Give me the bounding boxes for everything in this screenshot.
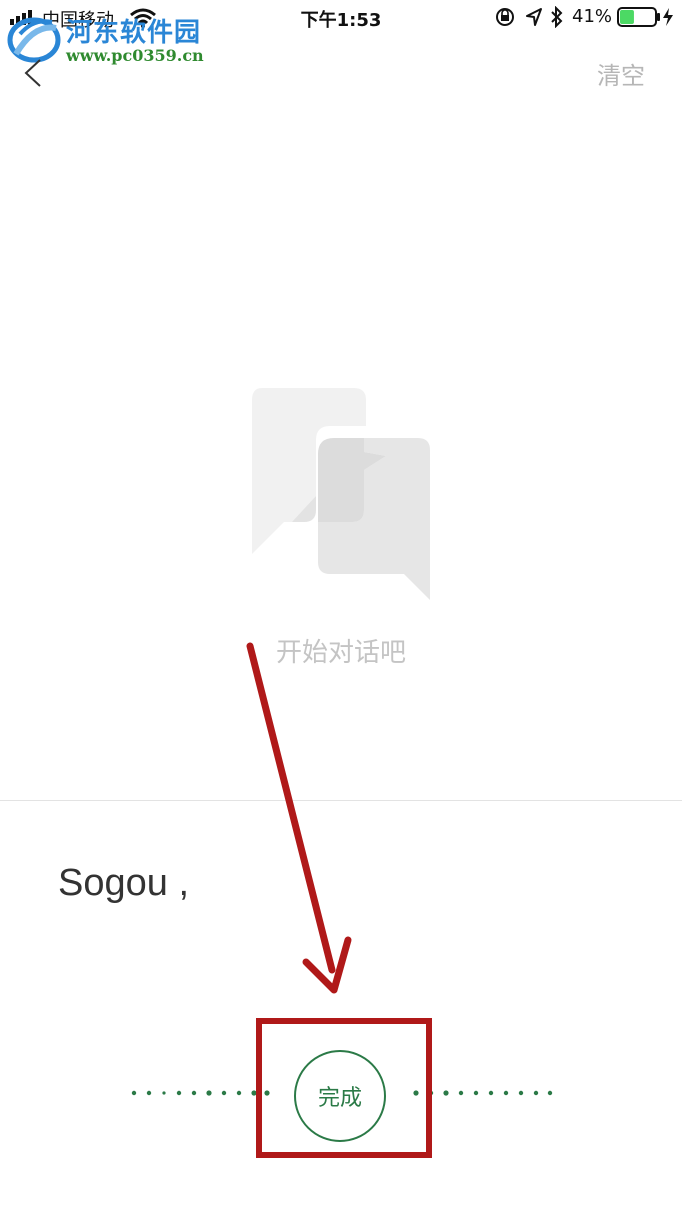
voice-wave-left xyxy=(131,1090,270,1096)
orientation-lock-icon xyxy=(496,8,514,26)
battery-icon xyxy=(617,7,673,27)
annotation-highlight-box xyxy=(256,1018,432,1158)
recognized-text: Sogou , xyxy=(58,862,189,904)
annotation-arrow-icon xyxy=(246,642,352,994)
chat-bubbles-icon xyxy=(252,388,430,600)
back-chevron-icon[interactable] xyxy=(22,58,44,88)
location-arrow-icon xyxy=(526,8,542,26)
voice-wave-right xyxy=(413,1090,553,1096)
watermark-logo-icon xyxy=(7,17,61,63)
bluetooth-icon xyxy=(551,6,563,28)
watermark-url: www.pc0359.cn xyxy=(66,46,204,65)
clear-button[interactable]: 清空 xyxy=(597,56,645,91)
watermark-title: 河东软件园 xyxy=(66,18,202,48)
battery-percent: 41% xyxy=(572,6,613,27)
